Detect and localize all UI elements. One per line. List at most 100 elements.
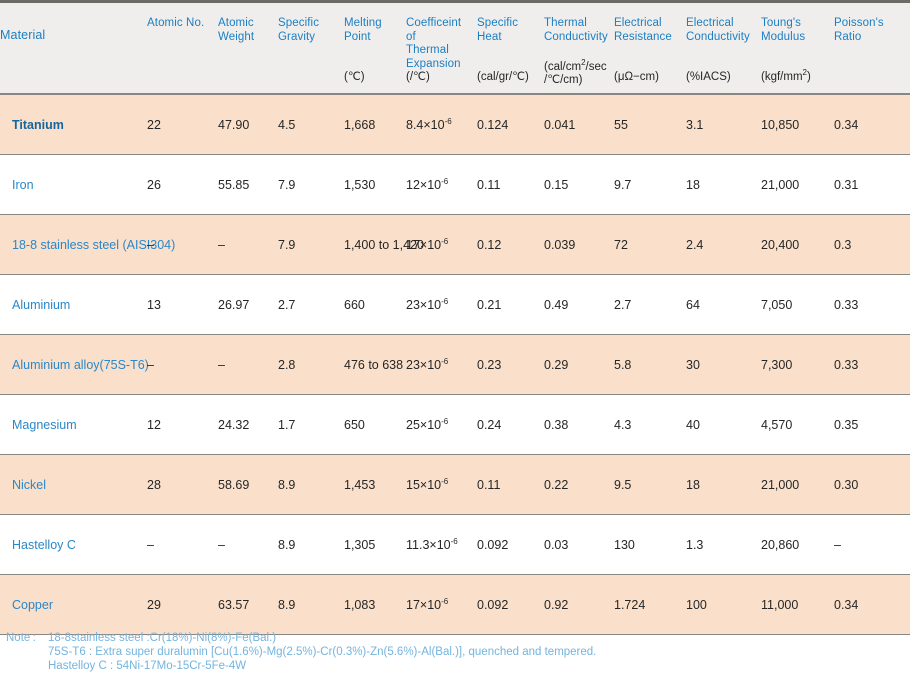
value-atomic-no: – <box>147 357 154 372</box>
cell-thermal-expansion: 11.3×10-6 <box>406 514 477 575</box>
cell-el-cond: 30 <box>686 334 761 395</box>
cell-atomic-wt: – <box>218 214 278 275</box>
value-sp-grav: 7.9 <box>278 237 296 252</box>
value-thermal-expansion: 23×10-6 <box>406 357 477 372</box>
header-unit-thermal-conductivity-line1: (cal/cm2/sec <box>544 58 607 73</box>
value-melt-pt: 1,400 to 1,420 <box>344 237 424 252</box>
value-el-res: 9.7 <box>614 177 632 192</box>
header-unit-thermal-conductivity-line2: /℃/cm) <box>544 73 583 86</box>
column-header-material[interactable]: Material <box>0 3 147 93</box>
column-header-electrical-resistance[interactable]: Electrical Resistance (μΩ−cm) <box>614 3 686 93</box>
column-header-electrical-conductivity[interactable]: Electrical Conductivity (%IACS) <box>686 3 761 93</box>
cell-el-res: 5.8 <box>614 334 686 395</box>
column-header-specific-gravity[interactable]: Specific Gravity <box>278 3 344 93</box>
value-youngs: 7,050 <box>761 297 793 312</box>
value-poisson: 0.34 <box>834 117 859 132</box>
cell-sp-heat: 0.11 <box>477 454 544 515</box>
header-unit-thermal-expansion: (/℃) <box>406 71 430 83</box>
cell-el-res: 55 <box>614 95 686 155</box>
note-text-3: Hastelloy C : 54Ni-17Mo-15Cr-5Fe-4W <box>48 660 247 672</box>
value-melt-pt: 650 <box>344 417 365 432</box>
value-sp-grav: 2.7 <box>278 297 296 312</box>
cell-material: 18-8 stainless steel (AISI304) <box>0 214 176 275</box>
value-el-res: 130 <box>614 537 635 552</box>
column-header-poissons-ratio[interactable]: Poisson's Ratio <box>834 3 910 93</box>
column-header-thermal-conductivity[interactable]: Thermal Conductivity (cal/cm2/sec /℃/cm) <box>544 3 614 93</box>
cell-atomic-no: 12 <box>147 394 218 455</box>
cte-mantissa: 8.4×10 <box>406 118 445 133</box>
value-el-res: 1.724 <box>614 597 646 612</box>
value-atomic-wt: 58.69 <box>218 477 250 492</box>
table-row[interactable]: Aluminium alloy(75S-T6) – –2.8 476 to 638 23… <box>0 334 910 395</box>
cte-exponent: -6 <box>444 116 452 126</box>
value-atomic-no: 29 <box>147 597 161 612</box>
table-row[interactable]: Copper 29 63.57 8.9 1,083 17×10-6 0.092 0.92 1.7… <box>0 574 910 635</box>
material-name: Nickel <box>12 477 47 492</box>
cell-sp-heat: 0.092 <box>477 514 544 575</box>
cell-atomic-no: 13 <box>147 274 218 335</box>
cell-el-res: 1.724 <box>614 574 686 635</box>
cell-atomic-wt: 24.32 <box>218 394 278 455</box>
cell-el-res: 9.5 <box>614 454 686 515</box>
column-header-atomic-no[interactable]: Atomic No. <box>147 3 218 93</box>
cell-el-cond: 1.3 <box>686 514 761 575</box>
cell-el-cond: 100 <box>686 574 761 635</box>
value-poisson: 0.33 <box>834 357 859 372</box>
table-row[interactable]: Hastelloy C – –8.9 1,305 11.3×10-6 0.092 0.03 1… <box>0 514 910 575</box>
cte-exponent: -6 <box>450 536 458 546</box>
cell-sp-heat: 0.23 <box>477 334 544 395</box>
column-header-youngs-modulus[interactable]: Toung's Modulus (kgf/mm2) <box>761 3 834 93</box>
cell-youngs: 4,570 <box>761 394 834 455</box>
cell-melt-pt: 1,400 to 1,420 <box>344 214 424 275</box>
value-thermal-expansion: 23×10-6 <box>406 297 477 312</box>
value-youngs: 21,000 <box>761 477 800 492</box>
cell-atomic-wt: 63.57 <box>218 574 278 635</box>
table-row[interactable]: Iron 26 55.85 7.9 1,530 12×10-6 0.11 0.15 9.7 18 2… <box>0 154 910 215</box>
table-row[interactable]: Titanium 22 47.90 4.5 1,668 8.4×10-6 0.124 0.04… <box>0 95 910 155</box>
cte-mantissa: 11.3×10 <box>406 538 451 553</box>
header-label-electrical-conductivity: Electrical Conductivity <box>686 17 750 43</box>
cell-material: Copper <box>0 574 147 635</box>
header-row: Material Atomic No. Atomic Weight Specif… <box>0 3 910 93</box>
header-unit-electrical-conductivity: (%IACS) <box>686 71 731 83</box>
material-name: 18-8 stainless steel (AISI304) <box>12 237 176 252</box>
cell-material: Titanium <box>0 95 147 155</box>
cell-th-cond: 0.041 <box>544 95 614 155</box>
value-el-res: 9.5 <box>614 477 632 492</box>
note-text-2: 75S-T6 : Extra super duralumin [Cu(1.6%)… <box>48 646 597 658</box>
value-poisson: 0.33 <box>834 297 859 312</box>
cte-mantissa: 17×10 <box>406 238 442 253</box>
cte-exponent: -6 <box>441 176 449 186</box>
value-thermal-expansion: 12×10-6 <box>406 177 477 192</box>
material-name: Aluminium <box>12 297 71 312</box>
value-sp-grav: 8.9 <box>278 597 296 612</box>
cell-th-cond: 0.03 <box>544 514 614 575</box>
header-unit-thermal-conductivity: (cal/cm2/sec /℃/cm) <box>544 57 607 86</box>
table-row[interactable]: Nickel 28 58.69 8.9 1,453 15×10-6 0.11 0.22 9.5 1… <box>0 454 910 515</box>
cell-atomic-no: – <box>147 514 218 575</box>
value-melt-pt: 660 <box>344 297 365 312</box>
header-label-specific-heat: Specific Heat <box>477 17 519 43</box>
cell-el-res: 9.7 <box>614 154 686 215</box>
value-atomic-wt: 26.97 <box>218 297 250 312</box>
cell-sp-heat: 0.092 <box>477 574 544 635</box>
value-el-res: 2.7 <box>614 297 632 312</box>
cell-el-cond: 64 <box>686 274 761 335</box>
header-label-electrical-resistance: Electrical Resistance <box>614 17 672 43</box>
column-header-atomic-weight[interactable]: Atomic Weight <box>218 3 278 93</box>
column-header-thermal-expansion[interactable]: Coefficeint of Thermal Expansion (/℃) <box>406 3 477 93</box>
value-el-cond: 2.4 <box>686 237 704 252</box>
cell-material: Magnesium <box>0 394 147 455</box>
cell-material: Aluminium <box>0 274 147 335</box>
column-header-specific-heat[interactable]: Specific Heat (cal/gr/℃) <box>477 3 544 93</box>
note-line-2: 75S-T6 : Extra super duralumin [Cu(1.6%)… <box>6 645 596 659</box>
table-row[interactable]: Aluminium 13 26.97 2.7 660 23×10-6 0.21 0.49 2.7… <box>0 274 910 335</box>
table-row[interactable]: 18-8 stainless steel (AISI304) – –7.9 1,400… <box>0 214 910 275</box>
table-row[interactable]: Magnesium 12 24.32 1.7 650 25×10-6 0.24 0.38 4.3… <box>0 394 910 455</box>
cell-sp-grav: 8.9 <box>278 514 344 575</box>
cell-poisson: 0.34 <box>834 574 910 635</box>
header-label-melting-point: Melting Point <box>344 17 382 43</box>
column-header-melting-point[interactable]: Melting Point (℃) <box>344 3 406 93</box>
cte-exponent: -6 <box>441 236 449 246</box>
cell-melt-pt: 650 <box>344 394 406 455</box>
